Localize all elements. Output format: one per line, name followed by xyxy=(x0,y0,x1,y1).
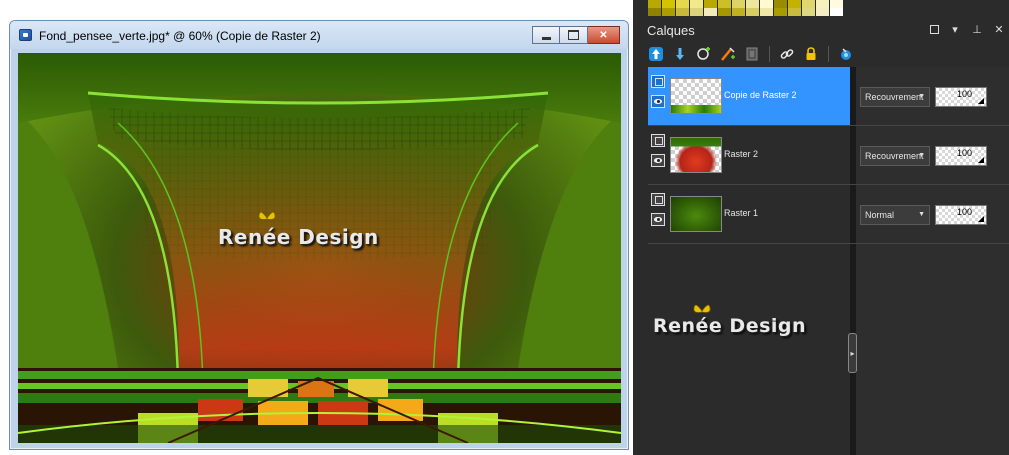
layer-name: Raster 2 xyxy=(724,149,759,159)
dropdown-arrow-icon: ▼ xyxy=(918,152,925,159)
palette-swatch[interactable] xyxy=(718,8,732,16)
palette-swatch[interactable] xyxy=(774,8,788,16)
layer-name: Copie de Raster 2 xyxy=(724,90,797,100)
lock-layer-icon[interactable] xyxy=(802,45,820,63)
palette-swatch[interactable] xyxy=(816,8,830,16)
image-window-title: Fond_pensee_verte.jpg* @ 60% (Copie de R… xyxy=(39,29,321,43)
palette-swatch[interactable] xyxy=(802,8,816,16)
layers-panel-title: Calques xyxy=(647,23,695,38)
layer-row-raster-2[interactable]: Raster 2 Recouvrement ▼ 100 xyxy=(648,126,1009,185)
new-vector-layer-icon[interactable] xyxy=(719,45,737,63)
palette-swatch[interactable] xyxy=(662,8,676,16)
palette-swatch[interactable] xyxy=(648,0,662,8)
palette-swatch[interactable] xyxy=(648,8,662,16)
raster-layer-icon[interactable] xyxy=(651,75,665,88)
panel-pin-icon[interactable]: ⊥ xyxy=(971,23,983,36)
palette-swatch[interactable] xyxy=(676,8,690,16)
raster-layer-icon[interactable] xyxy=(651,193,665,206)
panel-close-icon[interactable]: ✕ xyxy=(993,23,1005,36)
layers-list: Copie de Raster 2 Recouvrement ▼ 100 Rast… xyxy=(648,67,1009,455)
palette-swatch[interactable] xyxy=(760,0,774,8)
renee-design-watermark: Renée Design xyxy=(218,211,379,249)
palette-swatch[interactable] xyxy=(774,0,788,8)
visibility-eye-icon[interactable] xyxy=(651,154,665,167)
opacity-field[interactable]: 100 xyxy=(935,146,987,166)
layer-thumbnail xyxy=(670,196,722,232)
palette-swatch[interactable] xyxy=(802,0,816,8)
palette-swatch[interactable] xyxy=(816,0,830,8)
palette-swatch[interactable] xyxy=(662,0,676,8)
renee-design-watermark-panel: Renée Design xyxy=(653,304,806,337)
opacity-field[interactable]: 100 xyxy=(935,205,987,225)
collapse-handle-icon[interactable]: ▸ xyxy=(848,333,857,373)
window-controls: ✕ xyxy=(532,26,620,44)
panel-header-controls: ▾ ⊥ ✕ xyxy=(930,23,1005,36)
palette-swatch[interactable] xyxy=(732,0,746,8)
new-mask-layer-icon[interactable] xyxy=(743,45,761,63)
toolbar-separator xyxy=(828,46,829,62)
layer-icons xyxy=(651,75,667,108)
palette-swatch[interactable] xyxy=(704,0,718,8)
layer-name-cell[interactable]: Copie de Raster 2 xyxy=(648,67,850,125)
blend-mode-value: Recouvrement xyxy=(865,151,924,161)
right-panel: Calques ▾ ⊥ ✕ Copie de Raster 2 Recouvre… xyxy=(633,0,1009,455)
butterfly-icon xyxy=(693,301,711,315)
layer-name-cell[interactable]: Raster 2 xyxy=(648,126,850,184)
layers-toolbar xyxy=(647,44,855,64)
palette-swatch[interactable] xyxy=(718,0,732,8)
butterfly-icon xyxy=(258,211,276,225)
move-layer-up-icon[interactable] xyxy=(647,45,665,63)
opacity-field[interactable]: 100 xyxy=(935,87,987,107)
layer-properties-icon[interactable] xyxy=(837,45,855,63)
toolbar-separator xyxy=(769,46,770,62)
blend-mode-dropdown[interactable]: Recouvrement ▼ xyxy=(860,87,930,107)
layer-icons xyxy=(651,134,667,167)
visibility-eye-icon[interactable] xyxy=(651,95,665,108)
palette-swatch[interactable] xyxy=(690,8,704,16)
layer-row-raster-1[interactable]: Raster 1 Normal ▼ 100 xyxy=(648,185,1009,244)
image-window-titlebar[interactable]: Fond_pensee_verte.jpg* @ 60% (Copie de R… xyxy=(10,21,628,49)
layer-icons xyxy=(651,193,667,226)
maximize-button[interactable] xyxy=(560,26,588,44)
color-palette-strip-2[interactable] xyxy=(648,8,844,16)
move-layer-down-icon[interactable] xyxy=(671,45,689,63)
close-button[interactable]: ✕ xyxy=(588,26,620,44)
minimize-button[interactable] xyxy=(532,26,560,44)
image-canvas[interactable]: Renée Design xyxy=(18,53,621,443)
link-layers-icon[interactable] xyxy=(778,45,796,63)
palette-swatch[interactable] xyxy=(830,8,844,16)
blend-mode-value: Normal xyxy=(865,210,895,220)
palette-swatch[interactable] xyxy=(690,0,704,8)
layer-thumbnail xyxy=(670,137,722,173)
palette-swatch[interactable] xyxy=(732,8,746,16)
panel-menu-chevron-icon[interactable]: ▾ xyxy=(949,23,961,36)
layer-name-cell[interactable]: Raster 1 xyxy=(648,185,850,243)
palette-swatch[interactable] xyxy=(788,0,802,8)
image-document-window[interactable]: Fond_pensee_verte.jpg* @ 60% (Copie de R… xyxy=(9,20,629,450)
raster-layer-icon[interactable] xyxy=(651,134,665,147)
blend-mode-dropdown[interactable]: Normal ▼ xyxy=(860,205,930,225)
palette-swatch[interactable] xyxy=(788,8,802,16)
visibility-eye-icon[interactable] xyxy=(651,213,665,226)
palette-swatch[interactable] xyxy=(746,8,760,16)
layers-panel-header: Calques ▾ ⊥ ✕ xyxy=(633,18,1009,42)
new-raster-layer-icon[interactable] xyxy=(695,45,713,63)
dropdown-arrow-icon: ▼ xyxy=(918,93,925,100)
palette-swatch[interactable] xyxy=(746,0,760,8)
blend-mode-value: Recouvrement xyxy=(865,92,924,102)
layer-row-copie-de-raster-2[interactable]: Copie de Raster 2 Recouvrement ▼ 100 xyxy=(648,67,1009,126)
blend-mode-dropdown[interactable]: Recouvrement ▼ xyxy=(860,146,930,166)
panel-float-icon[interactable] xyxy=(930,25,939,34)
layer-name: Raster 1 xyxy=(724,208,759,218)
palette-swatch[interactable] xyxy=(676,0,690,8)
layer-thumbnail xyxy=(670,78,722,114)
palette-swatch[interactable] xyxy=(830,0,844,8)
palette-swatch[interactable] xyxy=(760,8,774,16)
document-icon xyxy=(19,29,32,41)
dropdown-arrow-icon: ▼ xyxy=(918,211,925,218)
palette-swatch[interactable] xyxy=(704,8,718,16)
